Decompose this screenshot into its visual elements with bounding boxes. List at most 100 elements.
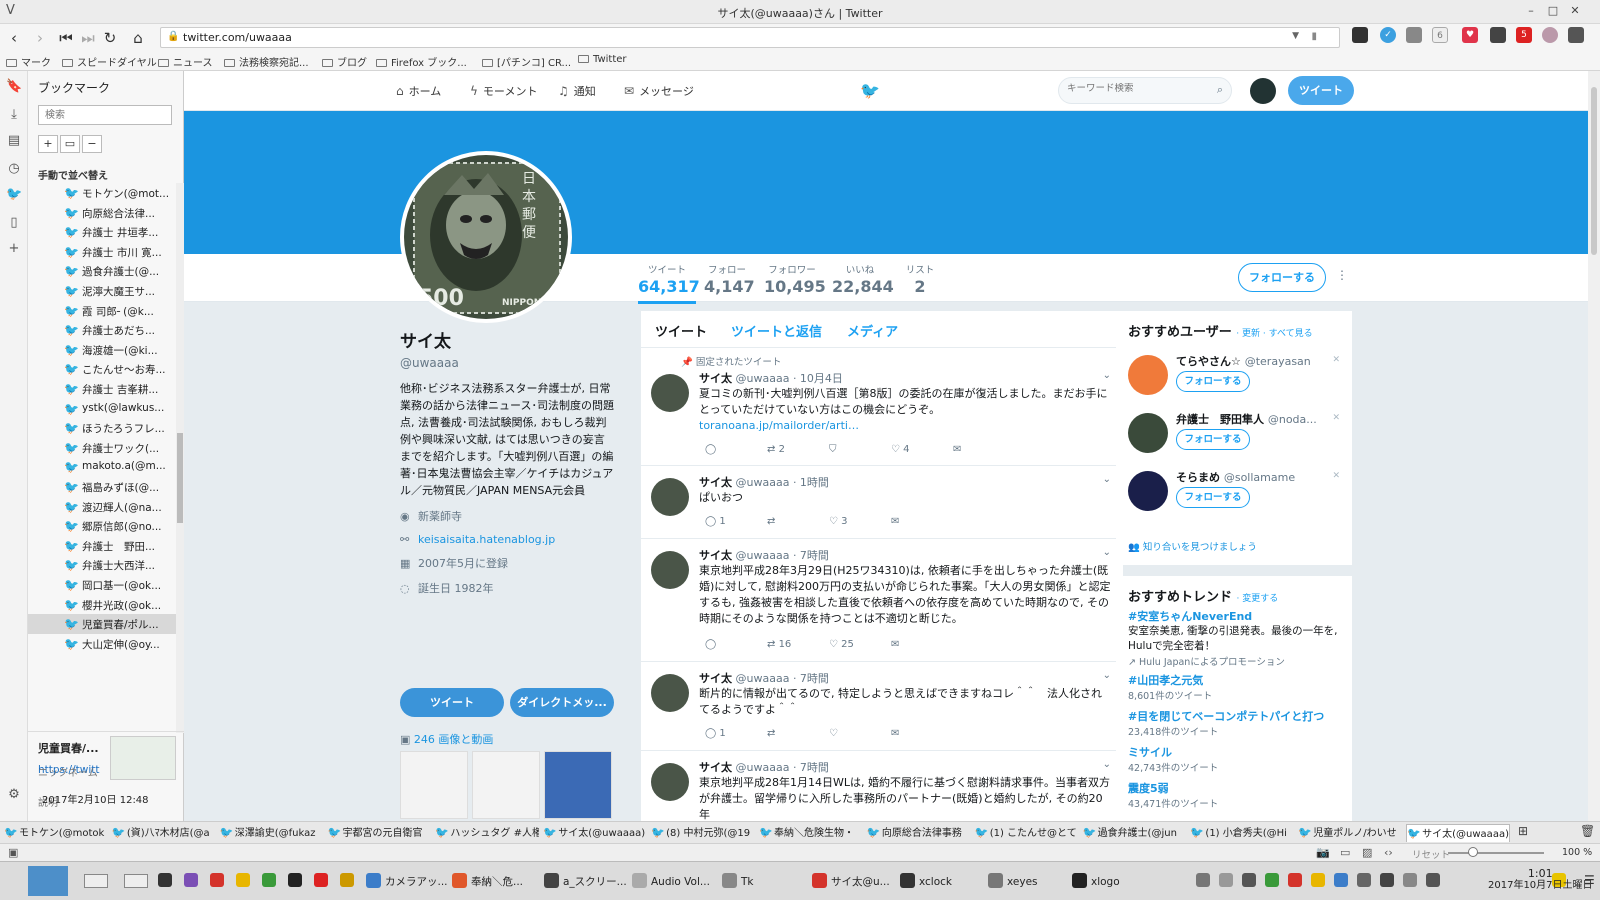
spotify-icon[interactable] bbox=[262, 873, 276, 887]
reco-user[interactable]: てらやさん☆ @terayasan フォローする ✕ bbox=[1128, 353, 1340, 409]
reply-icon[interactable]: ◯ 1 bbox=[705, 516, 767, 527]
tweet-avatar[interactable] bbox=[651, 763, 689, 801]
browser-tab[interactable]: 🐦ハッシュタグ #人権 bbox=[435, 824, 539, 842]
dm-envelope-icon[interactable]: ✉ bbox=[891, 639, 953, 650]
notes-icon[interactable]: ▤ bbox=[6, 133, 22, 149]
find-friends-link[interactable]: 👥 知り合いを見つけましょう bbox=[1128, 539, 1257, 553]
reply-icon[interactable]: ◯ bbox=[705, 639, 767, 650]
reply-icon[interactable]: ◯ bbox=[705, 444, 767, 455]
profile-avatar[interactable]: 日 本 郵 便 500 NIPPON bbox=[400, 151, 572, 323]
rewind-icon[interactable]: ⏮ bbox=[56, 28, 76, 48]
taskbar-task[interactable]: Audio Vol... bbox=[632, 871, 716, 893]
downloads-icon[interactable]: ⤓ bbox=[6, 107, 22, 123]
tweet-item[interactable]: サイ太 @uwaaaa · 1時間 ⌄ ぱいおつ ◯ 1 ⇄ ♡ 3 ✉ bbox=[641, 466, 1123, 539]
zoom-slider[interactable] bbox=[1448, 852, 1544, 854]
tweet-item[interactable]: サイ太 @uwaaaa · 7時間 ⌄ 断片的に情報が出てるので, 特定しようと… bbox=[641, 662, 1123, 751]
website-link[interactable]: keisaisaita.hatenablog.jp bbox=[418, 533, 555, 546]
ext-doc-icon[interactable] bbox=[1406, 27, 1422, 43]
terminal-icon[interactable] bbox=[158, 873, 172, 887]
retweet-icon[interactable]: ⇄ 2 bbox=[767, 444, 829, 455]
bookmark-item[interactable]: 🐦 ystk(@lawkus... bbox=[28, 399, 176, 419]
browser-tab[interactable]: 🐦モトケン(@motok bbox=[4, 824, 108, 842]
tray-pen-icon[interactable] bbox=[1196, 873, 1210, 887]
reco-name[interactable]: てらやさん☆ @terayasan bbox=[1176, 353, 1336, 369]
nav-notifications[interactable]: ♫ 通知 bbox=[558, 83, 596, 99]
reco-name[interactable]: そらまめ @sollamame bbox=[1176, 469, 1336, 485]
image-toggle-icon[interactable]: ▨ bbox=[1362, 846, 1372, 859]
browser-tab[interactable]: 🐦(1) こたんせ@とて bbox=[975, 824, 1079, 842]
like-icon[interactable]: ♡ 3 bbox=[829, 516, 891, 527]
bookmark-item[interactable]: 🐦 弁護士 吉峯耕... bbox=[28, 379, 176, 399]
tweet-item[interactable]: サイ太 @uwaaaa · 7時間 ⌄ 東京地判平成28年1月14日WLは, 婚… bbox=[641, 751, 1123, 821]
trends-change-link[interactable]: · 変更する bbox=[1237, 594, 1279, 604]
tweet-handle[interactable]: @uwaaaa bbox=[736, 372, 790, 385]
page-scrollbar[interactable] bbox=[1588, 71, 1600, 821]
reco-name[interactable]: 弁護士 野田隼人 @noda... bbox=[1176, 411, 1336, 427]
zoom-reset[interactable]: リセット bbox=[1412, 847, 1450, 861]
media-link[interactable]: ▣ 246 画像と動画 bbox=[400, 731, 493, 747]
reco-avatar[interactable] bbox=[1128, 471, 1168, 511]
forward-icon[interactable]: › bbox=[30, 28, 50, 48]
tab-tweets[interactable]: ツイート bbox=[655, 321, 707, 340]
taskbar-task[interactable]: xlogo bbox=[1072, 871, 1156, 893]
profile-handle[interactable]: @uwaaaa bbox=[400, 356, 614, 370]
settings-gear-icon[interactable]: ⚙ bbox=[6, 787, 22, 803]
taskbar-task[interactable]: サイ太@u... bbox=[812, 871, 896, 893]
tweet-handle[interactable]: @uwaaaa bbox=[736, 672, 790, 685]
trend-item[interactable]: #安室ちゃんNeverEnd 安室奈美恵, 衝撃の引退発表。最後の一年を, Hul… bbox=[1128, 608, 1343, 668]
reco-user[interactable]: そらまめ @sollamame フォローする ✕ bbox=[1128, 469, 1340, 525]
ext-atom-icon[interactable] bbox=[1542, 27, 1558, 43]
bookmark-item[interactable]: 🐦 こたんせ～お寿... bbox=[28, 359, 176, 379]
tray-cloud-icon[interactable] bbox=[1265, 873, 1279, 887]
url-dropdown-icon[interactable]: ▼ bbox=[1292, 31, 1299, 41]
bookmark-item[interactable]: 🐦 渡辺輝人(@na... bbox=[28, 497, 176, 517]
tray-network-icon[interactable] bbox=[1380, 873, 1394, 887]
ext-pen-icon[interactable] bbox=[1568, 27, 1584, 43]
like-icon[interactable]: ♡ bbox=[829, 728, 891, 739]
like-icon[interactable]: ♡ 4 bbox=[891, 444, 953, 455]
bookmark-item[interactable]: 🐦 弁護士 野田... bbox=[28, 536, 176, 556]
workspace-3[interactable] bbox=[124, 874, 148, 888]
tweet-handle[interactable]: @uwaaaa bbox=[736, 549, 790, 562]
bookmark-page-icon[interactable]: ▮ bbox=[1311, 31, 1317, 42]
page-panel-icon[interactable]: ▯ bbox=[6, 215, 22, 231]
bookmark-item[interactable]: 🐦 向原総合法律... bbox=[28, 203, 176, 223]
tweet-author[interactable]: サイ太 bbox=[699, 549, 732, 562]
tweet-author[interactable]: サイ太 bbox=[699, 672, 732, 685]
bookmark-folder[interactable]: マーク bbox=[6, 54, 51, 69]
bookmark-search-input[interactable] bbox=[38, 105, 172, 125]
tray-browser-icon[interactable] bbox=[1288, 873, 1302, 887]
media-icon[interactable] bbox=[314, 873, 328, 887]
tray-volume-icon[interactable] bbox=[1403, 873, 1417, 887]
nav-messages[interactable]: ✉ メッセージ bbox=[624, 83, 694, 99]
browser-tab[interactable]: 🐦児童ポルノ/わいせ bbox=[1298, 824, 1402, 842]
twitter-search-input[interactable] bbox=[1067, 83, 1207, 94]
sort-label[interactable]: 手動で並べ替え bbox=[38, 167, 108, 182]
reco-avatar[interactable] bbox=[1128, 413, 1168, 453]
new-tab-icon[interactable]: ⊞ bbox=[1518, 824, 1528, 838]
reload-icon[interactable]: ↻ bbox=[100, 28, 120, 48]
tray-alarm-icon[interactable] bbox=[1311, 873, 1325, 887]
vivaldi-icon[interactable] bbox=[210, 873, 224, 887]
shield-icon[interactable]: ⛉ bbox=[829, 444, 891, 455]
tweet-author[interactable]: サイ太 bbox=[699, 372, 732, 385]
ext-badge-icon[interactable]: 5 bbox=[1516, 27, 1532, 43]
trend-item[interactable]: #山田孝之元気 8,601件のツイート bbox=[1128, 672, 1343, 702]
bookmark-item[interactable]: 🐦 弁護士ワック(... bbox=[28, 438, 176, 458]
ext-shield-icon[interactable] bbox=[1352, 27, 1368, 43]
tweet-handle[interactable]: @uwaaaa bbox=[736, 761, 790, 774]
bookmark-item[interactable]: 🐦 過食弁護士(@... bbox=[28, 261, 176, 281]
trend-item[interactable]: ミサイル 42,743件のツイート bbox=[1128, 744, 1343, 774]
tweet-avatar[interactable] bbox=[651, 374, 689, 412]
maximize-icon[interactable]: □ bbox=[1546, 4, 1560, 18]
browser-tab[interactable]: 🐦宇都宮の元自衛官 bbox=[328, 824, 432, 842]
tab-media[interactable]: メディア bbox=[847, 321, 898, 340]
camera-icon[interactable]: 📷 bbox=[1316, 846, 1330, 859]
profile-name[interactable]: サイ太 bbox=[400, 327, 614, 352]
reply-icon[interactable]: ◯ 1 bbox=[705, 728, 767, 739]
pocket-icon[interactable]: ♥ bbox=[1462, 27, 1478, 43]
zoom-slider-handle[interactable] bbox=[1468, 847, 1478, 857]
tray-dropbox-icon[interactable] bbox=[1334, 873, 1348, 887]
emacs-icon[interactable] bbox=[184, 873, 198, 887]
bookmark-item[interactable]: 🐦 霞 司郎╴(@k... bbox=[28, 301, 176, 321]
